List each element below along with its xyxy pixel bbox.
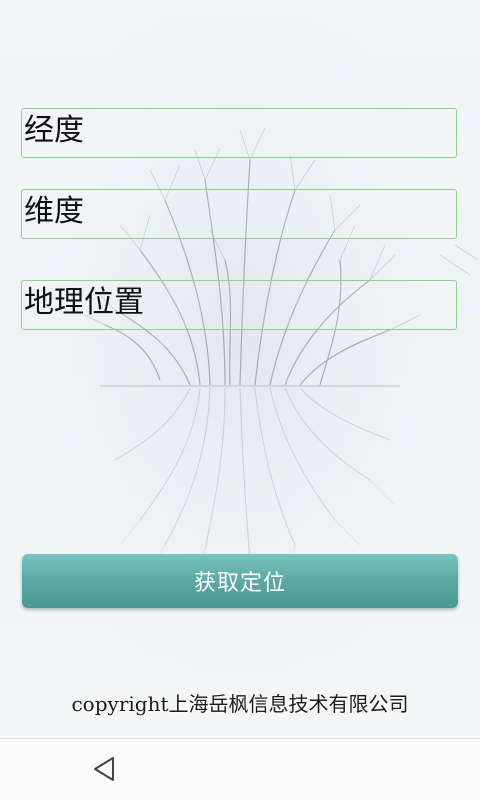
latitude-label: 维度	[24, 194, 84, 229]
back-triangle-icon	[94, 757, 114, 781]
address-label: 地理位置	[24, 285, 144, 320]
longitude-field[interactable]: 经度	[21, 108, 457, 158]
address-field[interactable]: 地理位置	[21, 280, 457, 330]
copyright-text: copyright上海岳枫信息技术有限公司	[71, 692, 409, 716]
get-location-button[interactable]: 获取定位	[22, 554, 458, 608]
latitude-field[interactable]: 维度	[21, 189, 457, 239]
app-screen: 经度 维度 地理位置 获取定位 copyright上海岳枫信息技术有限公司	[0, 0, 480, 800]
system-navigation-bar	[0, 738, 480, 800]
longitude-label: 经度	[24, 113, 84, 148]
back-button[interactable]	[84, 749, 124, 789]
